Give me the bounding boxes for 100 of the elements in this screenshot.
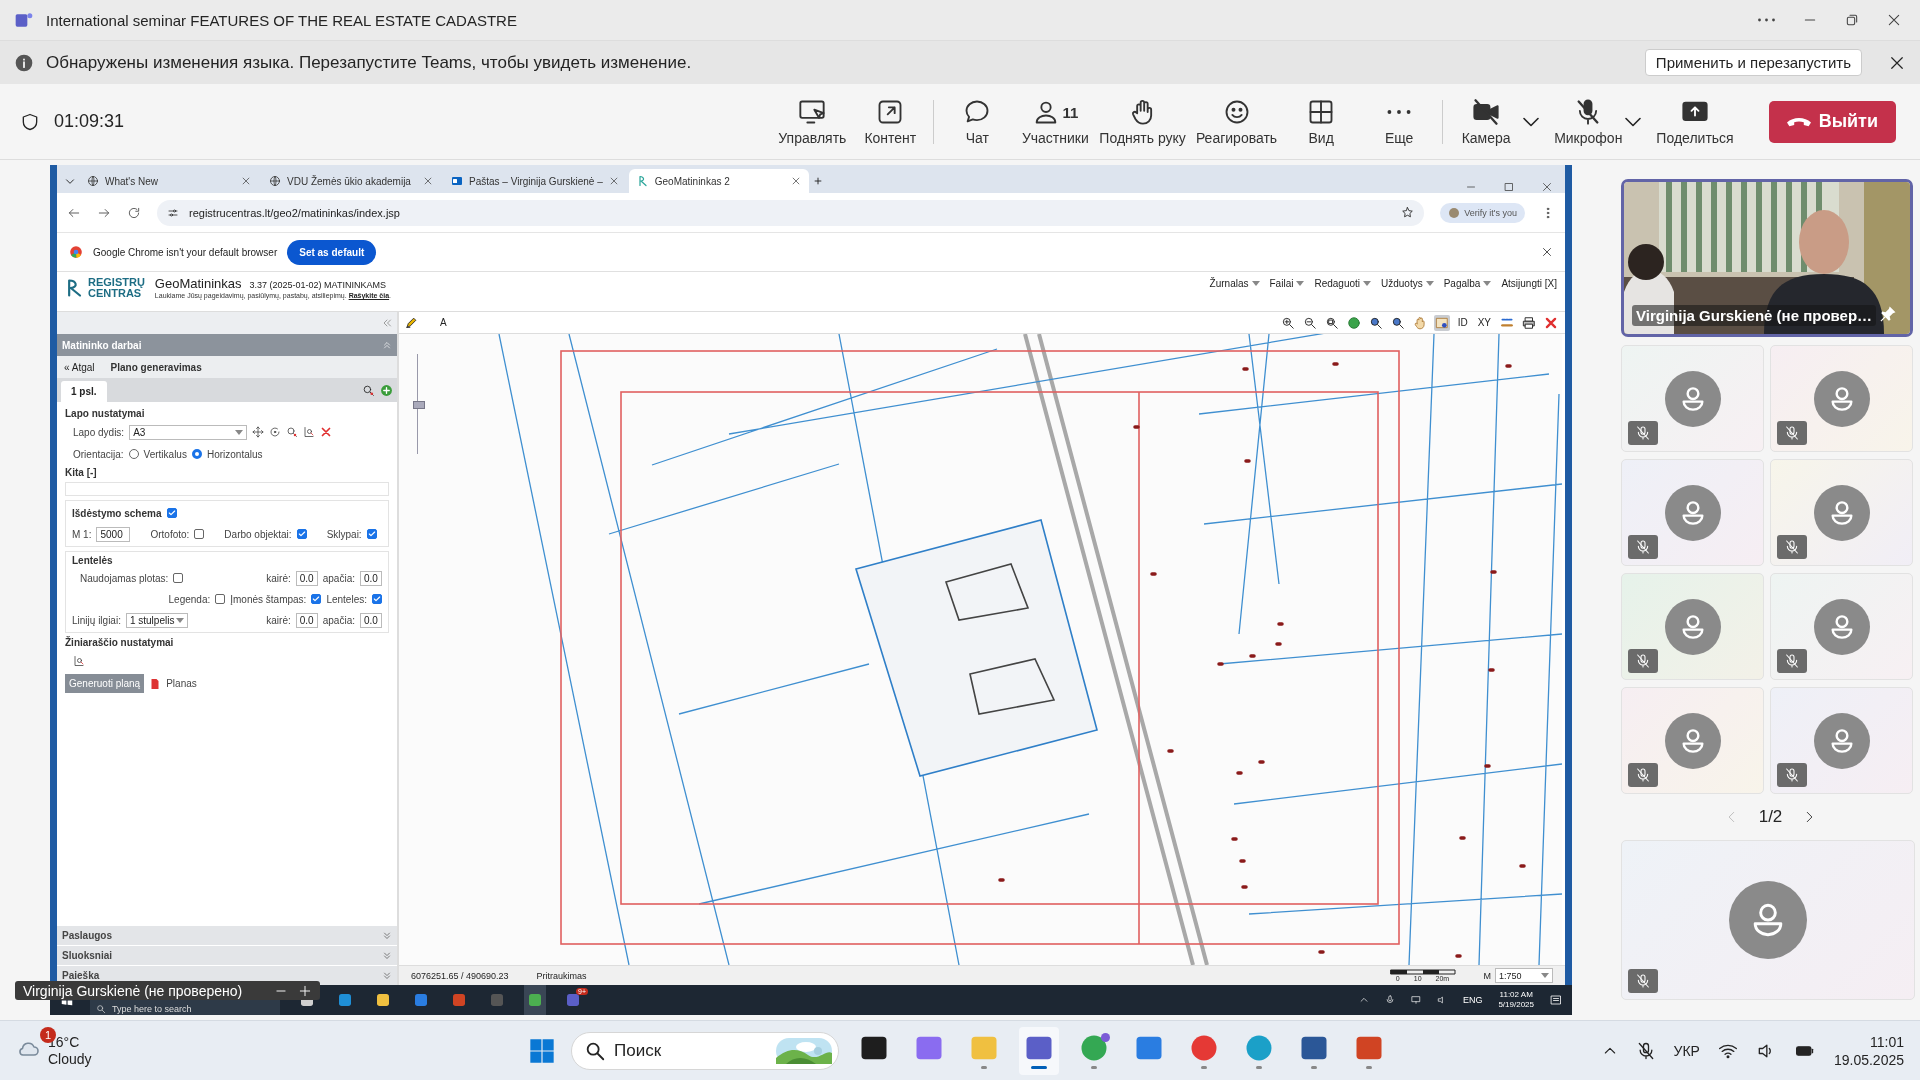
mic-icon[interactable] [1384,995,1395,1005]
field-label: Orientacija: [73,448,124,460]
add-icon[interactable] [298,983,312,998]
react-button[interactable]: Реагировать [1192,97,1281,146]
menu-item[interactable]: Pagalba [1443,278,1492,289]
text-tool-button[interactable]: ID [1455,316,1470,329]
participant-tile[interactable] [1770,459,1913,566]
zoom-page-icon[interactable] [362,383,375,397]
chevron-icon[interactable] [1625,116,1642,127]
more-button[interactable]: Еще [1362,97,1437,146]
collapse-toggle[interactable]: Kita [-] [65,467,389,478]
close-icon[interactable] [1541,246,1553,258]
radio-button[interactable] [191,449,202,459]
view-button[interactable]: Вид [1284,97,1359,146]
preview-icon[interactable] [73,655,85,667]
browser-tab[interactable]: GeoMatininkas 2 [628,169,809,193]
input-field[interactable]: 5000 [96,526,131,542]
participant-tile[interactable] [1621,459,1764,566]
address-bar[interactable]: registrucentras.lt/geo2/matininkas/index.jsp [157,199,1425,226]
menu-item[interactable]: Failai [1269,278,1305,289]
delete-icon[interactable] [320,426,333,438]
checkbox[interactable] [311,594,322,604]
input-field[interactable]: 0.0 [360,570,382,586]
select-field[interactable]: 1:750 [1495,968,1553,983]
network-icon[interactable] [1410,995,1421,1005]
accordion-header[interactable]: Sluoksniai [57,945,397,965]
reload-icon[interactable] [127,205,141,220]
input-field[interactable]: 0.0 [360,612,382,628]
participant-tile[interactable] [1621,345,1764,452]
chevron-up-icon[interactable] [1358,995,1369,1005]
start-icon[interactable] [528,1036,556,1065]
pdf-link[interactable]: Planas [166,678,197,689]
field-label: M [1483,970,1491,981]
leave-button[interactable]: Выйти [1768,100,1896,143]
participant-tile[interactable] [1770,687,1913,794]
chat-button[interactable]: Чат [940,97,1015,146]
field-label: apačia: [322,572,355,584]
app-icon[interactable] [375,992,391,1008]
zoom-icon[interactable] [286,426,299,438]
window-title: International seminar FEATURES OF THE REAL ESTATE CADASTRE [46,11,517,29]
participant-tile[interactable] [1770,345,1913,452]
menu-item[interactable]: Žurnalas [1209,278,1260,289]
hand-button[interactable]: Поднять руку [1096,97,1189,146]
menu-item[interactable]: Redaguoti [1314,278,1371,289]
move-icon[interactable] [252,426,265,438]
checkbox[interactable] [166,508,177,518]
content-button[interactable]: Контент [853,97,928,146]
input-field[interactable]: 0.0 [295,612,318,628]
globe-icon[interactable] [1345,314,1362,331]
checkbox[interactable] [215,594,226,604]
pencil-icon[interactable] [405,316,418,329]
video-tile[interactable]: Virginija Gurskienė (не провер… [1621,179,1913,337]
text-tool-button[interactable]: A [438,316,449,329]
accordion-header[interactable]: Paslaugos [57,925,397,945]
browser-tab[interactable]: Paštas – Virginija Gurskienė – [443,169,627,193]
menu-item[interactable]: Užduotys [1381,278,1434,289]
browser-tab[interactable]: VDU Žemės ūkio akademija [261,169,441,193]
print-icon[interactable] [1521,314,1537,331]
notifications-icon[interactable] [1550,994,1562,1006]
map-info-icon[interactable] [1433,314,1450,331]
restart-button[interactable]: Применить и перезапустить [1644,49,1862,76]
participant-tile[interactable] [1770,573,1913,680]
back-link[interactable]: « Atgal [64,361,95,373]
input-field[interactable]: 0.0 [295,570,318,586]
chevron-icon[interactable] [1523,116,1540,127]
preview-icon[interactable] [303,426,316,438]
language-indicator[interactable]: ENG [1462,995,1483,1005]
star-icon[interactable] [1401,206,1415,219]
participant-tile[interactable] [1621,573,1764,680]
camera-off-icon [1472,98,1501,126]
maximize-icon[interactable] [1503,181,1515,193]
browser-tab[interactable]: What's New [79,169,259,193]
mic-button[interactable]: Микрофон [1551,97,1626,146]
people-button[interactable]: 11 Участники [1018,97,1093,146]
page-tab[interactable]: 1 psl. [61,381,107,402]
select-field[interactable]: A3 [129,424,248,440]
search-field[interactable]: Поиск [571,1031,839,1070]
text-tool-button[interactable]: XY [1475,316,1493,329]
participant-tile[interactable] [1621,687,1764,794]
checkbox[interactable] [173,573,184,583]
set-default-button[interactable]: Set as default [287,239,377,265]
checkbox[interactable] [194,529,205,539]
more-icon[interactable] [1757,18,1776,22]
add-icon[interactable] [380,383,393,397]
close-icon[interactable] [1886,12,1902,28]
field-label: kairė: [266,614,291,626]
share-button[interactable]: Поделиться [1653,97,1737,146]
checkbox[interactable] [366,529,377,539]
language-indicator[interactable]: УКР [1673,1042,1700,1059]
camera-button[interactable]: Камера [1449,97,1524,146]
restore-icon[interactable] [1844,12,1860,28]
checkbox[interactable] [372,594,382,604]
menu-item[interactable]: Atsijungti [X] [1501,278,1557,289]
profile-button[interactable]: Verify it's you [1440,202,1525,223]
rotate-icon[interactable] [269,426,282,438]
present-button[interactable]: Управлять [775,97,850,146]
checkbox[interactable] [296,529,307,539]
select-field[interactable]: 1 stulpelis [125,612,188,628]
clock-date: 5/19/2025 [1498,1000,1534,1010]
participant-tile[interactable] [1621,840,1915,1000]
